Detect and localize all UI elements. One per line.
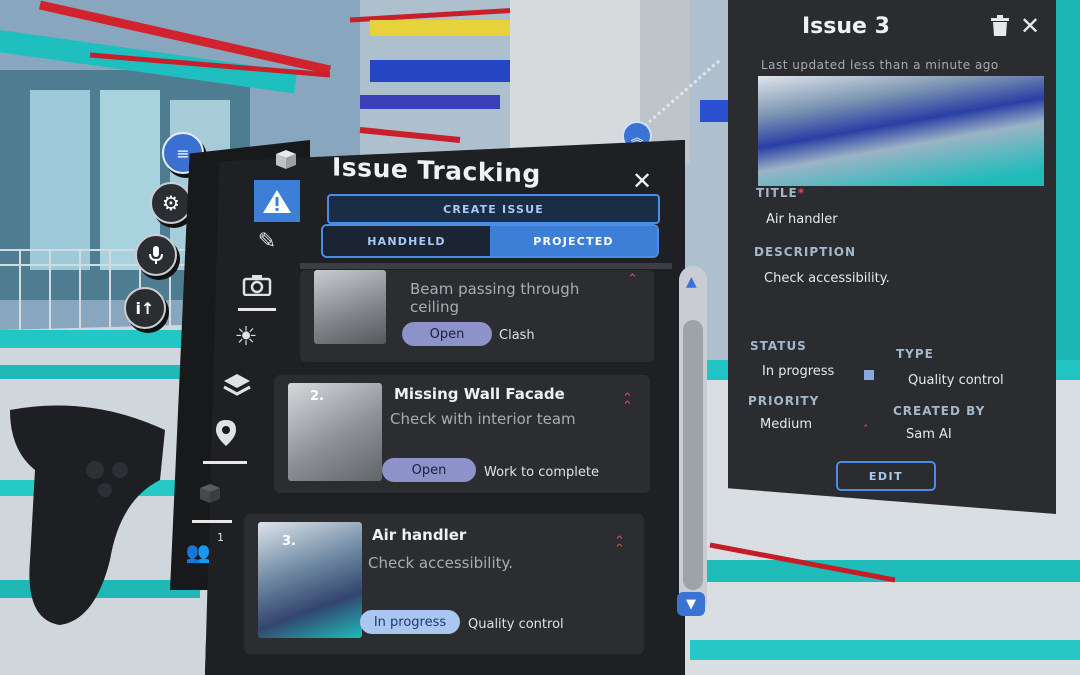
title-label: TITLE* — [756, 186, 805, 200]
settings-button[interactable]: ⚙ — [150, 182, 192, 224]
issue-number: 2. — [310, 389, 324, 404]
issue-card[interactable]: Beam passing through ceiling Open Clash … — [300, 270, 654, 362]
edit-button[interactable]: EDIT — [836, 461, 936, 491]
priority-icon: ⌃ ⌃ — [614, 534, 625, 557]
type-label: TYPE — [896, 347, 934, 361]
microphone-button[interactable] — [135, 234, 177, 276]
detail-screenshot — [758, 76, 1044, 186]
notes-icon: ≡ — [176, 143, 190, 163]
issue-thumbnail: 3. — [258, 522, 362, 638]
description-value[interactable]: Check accessibility. — [764, 271, 890, 286]
users-icon: 👥 — [185, 540, 211, 564]
sidebar-sun[interactable]: ☀ — [226, 318, 266, 356]
sidebar-layers[interactable] — [217, 366, 257, 404]
issue-subtitle-cont: ceiling — [410, 298, 460, 316]
status-label: STATUS — [750, 339, 807, 353]
status-pill: In progress — [360, 610, 460, 634]
issue-thumbnail: 2. — [288, 383, 382, 481]
sidebar-cube[interactable] — [265, 140, 305, 178]
priority-label: PRIORITY — [748, 394, 820, 408]
priority-icon: ⌃ ⌃ — [622, 391, 633, 414]
handheld-option[interactable]: HANDHELD — [323, 226, 490, 256]
issue-type: Quality control — [468, 617, 564, 632]
close-icon[interactable]: ✕ — [632, 167, 652, 195]
title-value[interactable]: Air handler — [766, 212, 838, 227]
layers-icon — [223, 374, 251, 396]
type-value[interactable]: Quality control — [908, 373, 1004, 388]
priority-icon: ⌃ — [627, 272, 638, 287]
location-pin-icon — [216, 420, 236, 446]
scroll-up-icon[interactable]: ▲ — [686, 274, 697, 290]
issue-title: Missing Wall Facade — [394, 385, 565, 403]
issue-type: Clash — [499, 328, 535, 343]
last-updated: Last updated less than a minute ago — [761, 58, 999, 72]
issue-subtitle: Check with interior team — [390, 410, 576, 428]
issue-number: 3. — [282, 534, 296, 549]
issue-title: Air handler — [372, 526, 467, 544]
cube-icon — [276, 150, 296, 169]
scrollbar-thumb[interactable] — [683, 320, 703, 590]
issue-subtitle: Check accessibility. — [368, 554, 514, 572]
created-by-value: Sam AI — [906, 427, 952, 442]
microphone-icon — [149, 246, 163, 264]
ruler-pencil-icon: ✎ — [257, 228, 277, 254]
sidebar-divider — [238, 308, 276, 311]
view-mode-toggle: HANDHELD PROJECTED — [321, 224, 659, 258]
users-count: 1 — [217, 531, 224, 544]
warning-icon — [263, 190, 291, 213]
sidebar-divider — [203, 461, 247, 464]
status-pill: Open — [402, 322, 492, 346]
trash-icon[interactable] — [990, 15, 1010, 41]
issue-card[interactable]: 2. Missing Wall Facade Check with interi… — [274, 375, 650, 493]
required-mark: * — [797, 186, 805, 200]
camera-icon — [242, 275, 272, 296]
detail-close-icon[interactable]: ✕ — [1020, 12, 1040, 40]
created-by-label: CREATED BY — [893, 404, 986, 418]
projected-option[interactable]: PROJECTED — [490, 226, 657, 256]
issue-type: Work to complete — [484, 465, 599, 480]
sidebar-users[interactable]: 👥 1 — [178, 531, 224, 571]
sidebar-divider — [192, 520, 232, 523]
priority-small-icon: ⌃ — [862, 424, 870, 434]
status-value[interactable]: In progress — [762, 364, 834, 379]
sidebar-box[interactable] — [190, 474, 230, 512]
box-icon — [200, 484, 220, 503]
create-issue-button[interactable]: CREATE ISSUE — [327, 194, 660, 224]
info-button[interactable]: i↑ — [124, 287, 166, 329]
sidebar-camera[interactable] — [237, 266, 277, 304]
detail-title: Issue 3 — [802, 14, 890, 39]
scroll-down-icon[interactable]: ▼ — [677, 592, 705, 616]
info-icon: i↑ — [135, 298, 155, 318]
sidebar-measure[interactable]: ✎ — [247, 222, 287, 260]
sidebar-issues[interactable] — [254, 180, 300, 222]
sidebar-location[interactable] — [206, 414, 246, 452]
issue-subtitle: Beam passing through — [410, 280, 580, 298]
issue-card[interactable]: 3. Air handler Check accessibility. In p… — [244, 514, 644, 654]
description-label: DESCRIPTION — [754, 245, 857, 259]
list-divider — [300, 263, 672, 269]
status-pill: Open — [382, 458, 476, 482]
type-color-icon — [864, 370, 874, 380]
issue-thumbnail — [314, 270, 386, 344]
sun-icon: ☀ — [234, 322, 258, 352]
settings-icon: ⚙ — [162, 191, 180, 215]
priority-value[interactable]: Medium — [760, 417, 812, 432]
